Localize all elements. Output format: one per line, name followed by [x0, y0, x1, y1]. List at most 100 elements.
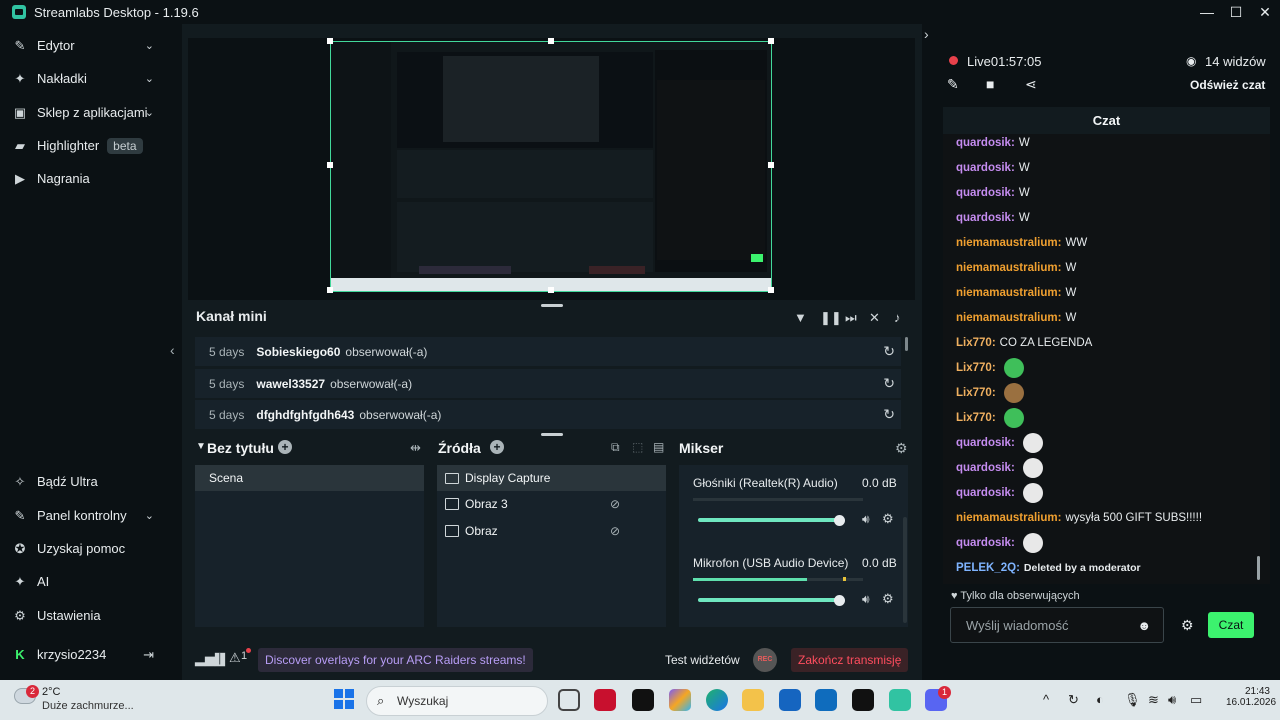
resize-handle[interactable]	[327, 38, 333, 44]
taskbar-search[interactable]: ⌕ Wyszukaj	[366, 686, 548, 716]
record-button[interactable]: REC	[753, 648, 777, 672]
chat-nick[interactable]: quardosik	[956, 137, 1011, 149]
add-source-button[interactable]: +	[490, 440, 504, 454]
panel-resize-grip[interactable]	[541, 433, 563, 436]
chat-nick[interactable]: niemamaustralium	[956, 287, 1058, 299]
streamlabs-taskbar-icon[interactable]	[889, 689, 911, 711]
replay-icon[interactable]: ↻	[883, 343, 895, 360]
replay-icon[interactable]: ↻	[883, 375, 895, 392]
emoji-icon[interactable]: ☻	[1137, 618, 1151, 633]
resize-handle[interactable]	[327, 287, 333, 293]
chevron-up-icon[interactable]: ^	[1043, 692, 1049, 707]
nch-app-icon[interactable]	[594, 689, 616, 711]
chat-nick[interactable]: niemamaustralium	[956, 512, 1058, 524]
outlook-icon[interactable]	[815, 689, 837, 711]
resize-handle[interactable]	[548, 38, 554, 44]
end-stream-button[interactable]: Zakończ transmisję	[791, 648, 909, 672]
gear-icon[interactable]: ⚙	[882, 591, 894, 607]
resize-handle[interactable]	[768, 287, 774, 293]
filter-icon[interactable]: ▼	[794, 310, 807, 325]
file-explorer-icon[interactable]	[742, 689, 764, 711]
pencil-icon[interactable]: ✎	[947, 76, 959, 93]
speaker-icon[interactable]: 🔊︎	[862, 512, 870, 527]
replay-icon[interactable]: ↻	[883, 406, 895, 423]
chat-nick[interactable]: PELEK_2Q	[956, 562, 1016, 574]
alert-icon[interactable]: ⚠	[229, 650, 241, 666]
gear-icon[interactable]: ⚙	[895, 440, 908, 457]
chat-nick[interactable]: quardosik	[956, 187, 1011, 199]
skip-icon[interactable]: ⏭	[845, 310, 857, 326]
chat-send-button[interactable]: Czat	[1208, 612, 1254, 638]
add-folder-icon[interactable]: ▤	[653, 440, 664, 454]
chat-scrollbar[interactable]	[1257, 556, 1260, 580]
store-icon[interactable]	[779, 689, 801, 711]
add-scene-button[interactable]: +	[278, 440, 292, 454]
test-widgets-label[interactable]: Test widżetów	[665, 653, 740, 667]
chat-nick[interactable]: Lix770	[956, 362, 992, 374]
sidebar-item-help[interactable]: ✪ Uzyskaj pomoc	[0, 532, 170, 565]
copilot-icon[interactable]	[669, 689, 691, 711]
eye-hidden-icon[interactable]: ⊘	[610, 497, 620, 511]
sync-icon[interactable]: ↻	[1068, 692, 1079, 708]
system-clock[interactable]: 21:43 16.01.2026	[1226, 686, 1276, 708]
sidebar-item-highlighter[interactable]: ▰ Highlighter beta	[0, 129, 170, 162]
volume-slider-knob[interactable]	[834, 595, 845, 606]
sidebar-item-recordings[interactable]: ▶ Nagrania	[0, 162, 170, 195]
gear-icon[interactable]: ⚙	[882, 511, 894, 527]
chat-nick[interactable]: niemamaustralium	[956, 237, 1058, 249]
source-item-image[interactable]: Obraz 3 ⊘	[437, 491, 666, 517]
chat-nick[interactable]: niemamaustralium	[956, 312, 1058, 324]
weather-description[interactable]: Duże zachmurze...	[42, 700, 134, 712]
tiktok-icon[interactable]	[852, 689, 874, 711]
display-capture-preview[interactable]	[330, 41, 772, 292]
sidebar-item-account[interactable]: K krzysio2234 ⇥	[0, 638, 170, 671]
volume-slider[interactable]	[698, 598, 840, 602]
overlay-promo-link[interactable]: Discover overlays for your ARC Raiders s…	[258, 648, 533, 672]
transition-icon[interactable]: ⇹	[410, 440, 421, 456]
edge-browser-icon[interactable]	[706, 689, 728, 711]
chat-nick[interactable]: quardosik	[956, 162, 1011, 174]
wifi-icon[interactable]: ≋	[1148, 692, 1159, 708]
share-icon[interactable]: ⋖	[1025, 76, 1037, 93]
sidebar-item-settings[interactable]: ⚙ Ustawienia	[0, 599, 170, 632]
source-group-icon[interactable]: ⧉	[611, 440, 620, 455]
chat-nick[interactable]: quardosik	[956, 437, 1011, 449]
sidebar-item-ai[interactable]: ✦ AI	[0, 565, 170, 598]
resize-handle[interactable]	[327, 162, 333, 168]
battery-icon[interactable]: ▭	[1190, 692, 1202, 708]
source-item-image[interactable]: Obraz ⊘	[437, 518, 666, 544]
sidebar-item-overlays[interactable]: ✦ Nakładki ⌄	[0, 62, 170, 95]
microphone-icon[interactable]: 🎙︎	[1124, 692, 1141, 708]
resize-handle[interactable]	[768, 162, 774, 168]
sidebar-item-editor[interactable]: ✎ Edytor ⌄	[0, 29, 170, 62]
sidebar-item-ultra[interactable]: ✧ Bądź Ultra	[0, 465, 170, 498]
mixer-scrollbar[interactable]	[903, 517, 907, 623]
mute-alerts-icon[interactable]: ✕	[869, 310, 880, 326]
sidebar-item-app-store[interactable]: ▣ Sklep z aplikacjami ⌄	[0, 96, 170, 129]
collapse-sidebar-icon[interactable]: ‹	[170, 342, 175, 358]
chat-nick[interactable]: niemamaustralium	[956, 262, 1058, 274]
task-view-icon[interactable]	[558, 689, 580, 711]
chat-message-input[interactable]: Wyślij wiadomość ☻	[950, 607, 1164, 643]
chat-nick[interactable]: Lix770	[956, 337, 992, 349]
gear-icon[interactable]: ⚙	[1181, 617, 1194, 634]
chevron-right-icon[interactable]: ›	[924, 26, 929, 42]
volume-icon[interactable]: ♪	[894, 310, 901, 325]
resize-handle[interactable]	[768, 38, 774, 44]
chat-nick[interactable]: Lix770	[956, 412, 992, 424]
camera-icon[interactable]: ■	[986, 76, 994, 92]
app-tray-icon[interactable]: ◐	[1096, 692, 1104, 707]
volume-slider[interactable]	[698, 518, 840, 522]
scene-item[interactable]: Scena	[195, 465, 424, 491]
chat-nick[interactable]: quardosik	[956, 462, 1011, 474]
feed-scrollbar[interactable]	[905, 337, 908, 351]
speaker-icon[interactable]: 🔊︎	[862, 592, 870, 607]
volume-icon[interactable]: 🔊︎	[1168, 692, 1176, 708]
chat-nick[interactable]: quardosik	[956, 537, 1011, 549]
close-button[interactable]: ✕	[1251, 0, 1279, 24]
chat-nick[interactable]: quardosik	[956, 487, 1011, 499]
eye-hidden-icon[interactable]: ⊘	[610, 524, 620, 538]
files-app-icon[interactable]	[632, 689, 654, 711]
resize-handle[interactable]	[548, 287, 554, 293]
chat-nick[interactable]: Lix770	[956, 387, 992, 399]
